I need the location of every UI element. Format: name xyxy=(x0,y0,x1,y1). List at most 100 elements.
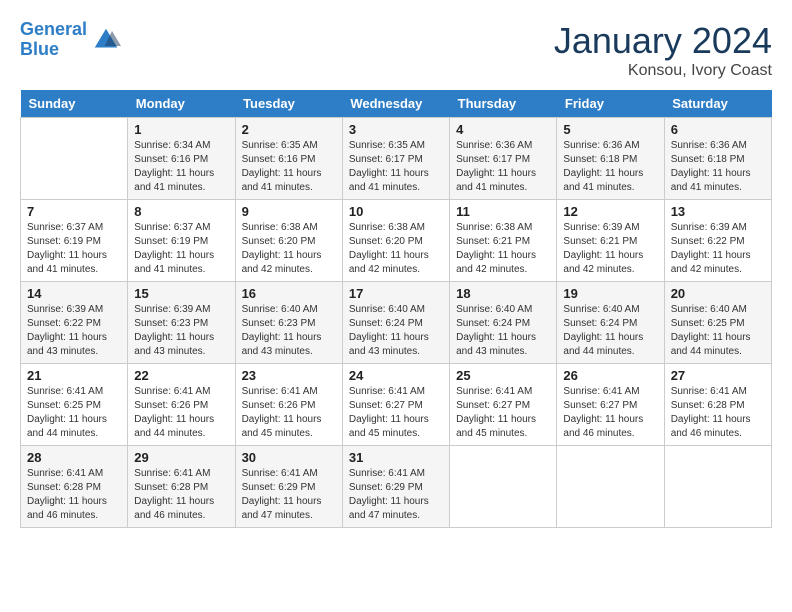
weekday-header-tuesday: Tuesday xyxy=(235,90,342,118)
calendar-cell: 20 Sunrise: 6:40 AM Sunset: 6:25 PM Dayli… xyxy=(664,282,771,364)
page-header: GeneralBlue January 2024 Konsou, Ivory C… xyxy=(20,20,772,80)
day-number: 22 xyxy=(134,368,228,383)
calendar-cell: 25 Sunrise: 6:41 AM Sunset: 6:27 PM Dayli… xyxy=(450,364,557,446)
calendar-cell: 28 Sunrise: 6:41 AM Sunset: 6:28 PM Dayli… xyxy=(21,446,128,528)
calendar-cell: 1 Sunrise: 6:34 AM Sunset: 6:16 PM Daylig… xyxy=(128,118,235,200)
day-info: Sunrise: 6:35 AM Sunset: 6:16 PM Dayligh… xyxy=(242,139,336,195)
day-info: Sunrise: 6:38 AM Sunset: 6:20 PM Dayligh… xyxy=(349,221,443,277)
day-info: Sunrise: 6:40 AM Sunset: 6:23 PM Dayligh… xyxy=(242,303,336,359)
day-number: 16 xyxy=(242,286,336,301)
day-number: 23 xyxy=(242,368,336,383)
calendar-cell: 16 Sunrise: 6:40 AM Sunset: 6:23 PM Dayli… xyxy=(235,282,342,364)
day-info: Sunrise: 6:40 AM Sunset: 6:25 PM Dayligh… xyxy=(671,303,765,359)
calendar-cell: 17 Sunrise: 6:40 AM Sunset: 6:24 PM Dayli… xyxy=(342,282,449,364)
weekday-header-monday: Monday xyxy=(128,90,235,118)
calendar-cell: 29 Sunrise: 6:41 AM Sunset: 6:28 PM Dayli… xyxy=(128,446,235,528)
calendar-cell: 8 Sunrise: 6:37 AM Sunset: 6:19 PM Daylig… xyxy=(128,200,235,282)
day-info: Sunrise: 6:41 AM Sunset: 6:26 PM Dayligh… xyxy=(242,385,336,441)
day-number: 10 xyxy=(349,204,443,219)
calendar-table: SundayMondayTuesdayWednesdayThursdayFrid… xyxy=(20,90,772,528)
day-info: Sunrise: 6:39 AM Sunset: 6:23 PM Dayligh… xyxy=(134,303,228,359)
day-number: 26 xyxy=(563,368,657,383)
day-info: Sunrise: 6:36 AM Sunset: 6:18 PM Dayligh… xyxy=(563,139,657,195)
day-info: Sunrise: 6:41 AM Sunset: 6:28 PM Dayligh… xyxy=(671,385,765,441)
calendar-cell: 15 Sunrise: 6:39 AM Sunset: 6:23 PM Dayli… xyxy=(128,282,235,364)
day-info: Sunrise: 6:38 AM Sunset: 6:21 PM Dayligh… xyxy=(456,221,550,277)
day-number: 25 xyxy=(456,368,550,383)
day-info: Sunrise: 6:41 AM Sunset: 6:27 PM Dayligh… xyxy=(349,385,443,441)
calendar-cell: 22 Sunrise: 6:41 AM Sunset: 6:26 PM Dayli… xyxy=(128,364,235,446)
day-number: 15 xyxy=(134,286,228,301)
weekday-header-thursday: Thursday xyxy=(450,90,557,118)
calendar-cell: 19 Sunrise: 6:40 AM Sunset: 6:24 PM Dayli… xyxy=(557,282,664,364)
day-info: Sunrise: 6:41 AM Sunset: 6:27 PM Dayligh… xyxy=(456,385,550,441)
calendar-cell: 14 Sunrise: 6:39 AM Sunset: 6:22 PM Dayli… xyxy=(21,282,128,364)
weekday-header-sunday: Sunday xyxy=(21,90,128,118)
logo-text: GeneralBlue xyxy=(20,20,87,60)
day-info: Sunrise: 6:36 AM Sunset: 6:17 PM Dayligh… xyxy=(456,139,550,195)
day-number: 1 xyxy=(134,122,228,137)
day-number: 20 xyxy=(671,286,765,301)
calendar-cell: 5Sunrise: 6:36 AM Sunset: 6:18 PM Daylig… xyxy=(557,118,664,200)
calendar-cell xyxy=(557,446,664,528)
calendar-cell xyxy=(664,446,771,528)
day-info: Sunrise: 6:34 AM Sunset: 6:16 PM Dayligh… xyxy=(134,139,228,195)
day-info: Sunrise: 6:41 AM Sunset: 6:27 PM Dayligh… xyxy=(563,385,657,441)
day-number: 11 xyxy=(456,204,550,219)
day-number: 17 xyxy=(349,286,443,301)
logo-icon xyxy=(91,25,121,55)
weekday-header-friday: Friday xyxy=(557,90,664,118)
day-number: 8 xyxy=(134,204,228,219)
calendar-cell xyxy=(450,446,557,528)
day-number: 2 xyxy=(242,122,336,137)
day-info: Sunrise: 6:35 AM Sunset: 6:17 PM Dayligh… xyxy=(349,139,443,195)
calendar-cell: 4 Sunrise: 6:36 AM Sunset: 6:17 PM Daylig… xyxy=(450,118,557,200)
logo: GeneralBlue xyxy=(20,20,121,60)
day-info: Sunrise: 6:41 AM Sunset: 6:28 PM Dayligh… xyxy=(134,467,228,523)
calendar-cell: 2 Sunrise: 6:35 AM Sunset: 6:16 PM Daylig… xyxy=(235,118,342,200)
day-number: 4 xyxy=(456,122,550,137)
day-number: 31 xyxy=(349,450,443,465)
calendar-cell: 30 Sunrise: 6:41 AM Sunset: 6:29 PM Dayli… xyxy=(235,446,342,528)
calendar-cell: 3Sunrise: 6:35 AM Sunset: 6:17 PM Daylig… xyxy=(342,118,449,200)
calendar-cell: 27 Sunrise: 6:41 AM Sunset: 6:28 PM Dayli… xyxy=(664,364,771,446)
day-number: 30 xyxy=(242,450,336,465)
day-number: 19 xyxy=(563,286,657,301)
day-number: 14 xyxy=(27,286,121,301)
day-number: 6 xyxy=(671,122,765,137)
day-info: Sunrise: 6:41 AM Sunset: 6:29 PM Dayligh… xyxy=(349,467,443,523)
calendar-cell: 21 Sunrise: 6:41 AM Sunset: 6:25 PM Dayli… xyxy=(21,364,128,446)
calendar-cell: 7Sunrise: 6:37 AM Sunset: 6:19 PM Daylig… xyxy=(21,200,128,282)
day-info: Sunrise: 6:40 AM Sunset: 6:24 PM Dayligh… xyxy=(349,303,443,359)
day-info: Sunrise: 6:39 AM Sunset: 6:22 PM Dayligh… xyxy=(671,221,765,277)
day-number: 24 xyxy=(349,368,443,383)
day-info: Sunrise: 6:41 AM Sunset: 6:25 PM Dayligh… xyxy=(27,385,121,441)
calendar-cell: 18 Sunrise: 6:40 AM Sunset: 6:24 PM Dayli… xyxy=(450,282,557,364)
day-info: Sunrise: 6:36 AM Sunset: 6:18 PM Dayligh… xyxy=(671,139,765,195)
calendar-cell: 13 Sunrise: 6:39 AM Sunset: 6:22 PM Dayli… xyxy=(664,200,771,282)
day-number: 29 xyxy=(134,450,228,465)
calendar-cell: 6 Sunrise: 6:36 AM Sunset: 6:18 PM Daylig… xyxy=(664,118,771,200)
day-number: 28 xyxy=(27,450,121,465)
calendar-cell: 31 Sunrise: 6:41 AM Sunset: 6:29 PM Dayli… xyxy=(342,446,449,528)
day-info: Sunrise: 6:39 AM Sunset: 6:21 PM Dayligh… xyxy=(563,221,657,277)
day-info: Sunrise: 6:41 AM Sunset: 6:29 PM Dayligh… xyxy=(242,467,336,523)
day-info: Sunrise: 6:40 AM Sunset: 6:24 PM Dayligh… xyxy=(456,303,550,359)
day-info: Sunrise: 6:41 AM Sunset: 6:26 PM Dayligh… xyxy=(134,385,228,441)
day-info: Sunrise: 6:41 AM Sunset: 6:28 PM Dayligh… xyxy=(27,467,121,523)
day-info: Sunrise: 6:40 AM Sunset: 6:24 PM Dayligh… xyxy=(563,303,657,359)
calendar-cell: 23 Sunrise: 6:41 AM Sunset: 6:26 PM Dayli… xyxy=(235,364,342,446)
day-number: 18 xyxy=(456,286,550,301)
weekday-header-saturday: Saturday xyxy=(664,90,771,118)
day-number: 21 xyxy=(27,368,121,383)
day-number: 27 xyxy=(671,368,765,383)
weekday-header-wednesday: Wednesday xyxy=(342,90,449,118)
day-info: Sunrise: 6:37 AM Sunset: 6:19 PM Dayligh… xyxy=(134,221,228,277)
calendar-cell: 10 Sunrise: 6:38 AM Sunset: 6:20 PM Dayli… xyxy=(342,200,449,282)
day-number: 7 xyxy=(27,204,121,219)
day-number: 9 xyxy=(242,204,336,219)
day-info: Sunrise: 6:39 AM Sunset: 6:22 PM Dayligh… xyxy=(27,303,121,359)
day-number: 13 xyxy=(671,204,765,219)
calendar-cell: 11 Sunrise: 6:38 AM Sunset: 6:21 PM Dayli… xyxy=(450,200,557,282)
calendar-cell: 24 Sunrise: 6:41 AM Sunset: 6:27 PM Dayli… xyxy=(342,364,449,446)
